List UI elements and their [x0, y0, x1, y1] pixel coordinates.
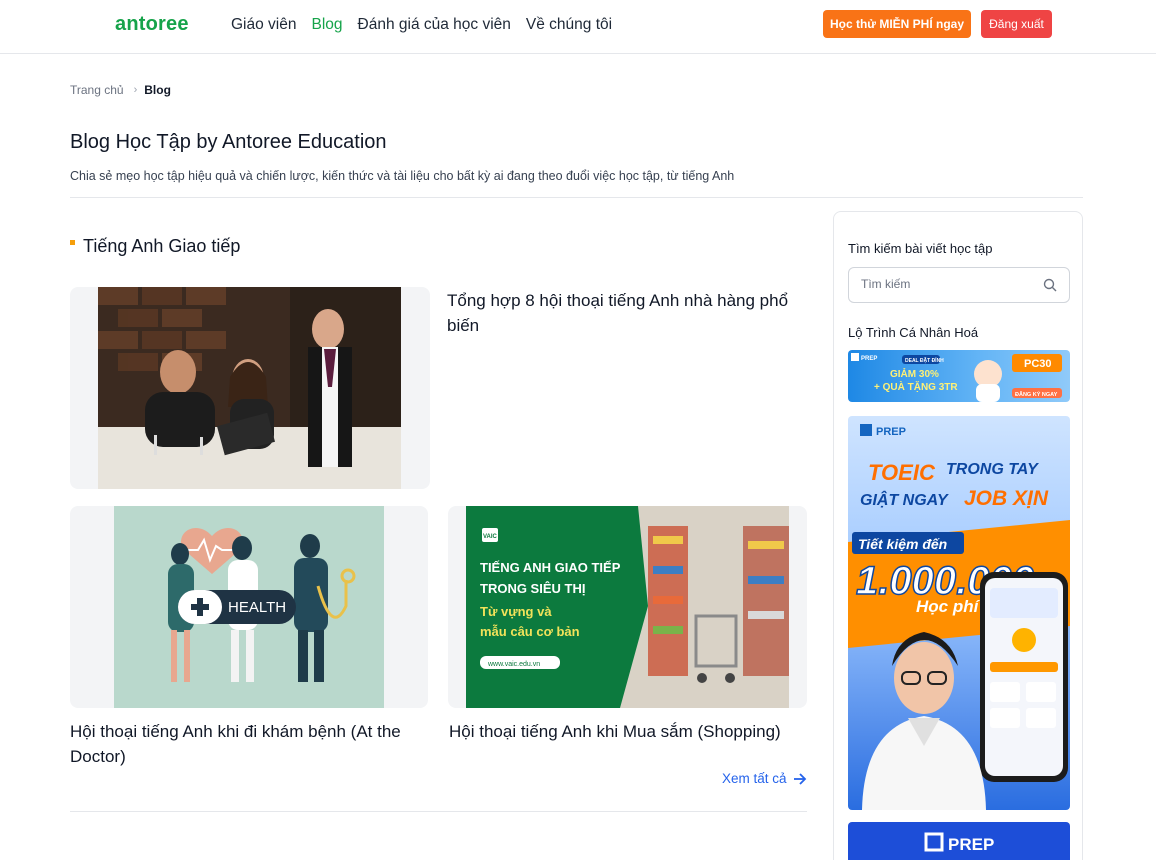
- banner2-fee-label: Học phí: [916, 597, 981, 616]
- divider: [70, 197, 1083, 198]
- page-description: Chia sẻ mẹo học tập hiệu quả và chiến lư…: [70, 169, 735, 183]
- section-marker: [70, 240, 75, 245]
- promo-banner-tall[interactable]: PREP TOEIC TRONG TAY GIẬT NGAY JOB XỊN T…: [848, 416, 1070, 810]
- banner-line-1: TIẾNG ANH GIAO TIẾP: [480, 560, 621, 575]
- post-title[interactable]: Hội thoại tiếng Anh khi Mua sắm (Shoppin…: [449, 720, 807, 745]
- post-thumbnail-shopping[interactable]: VAIC TIẾNG ANH GIAO TIẾP TRONG SIÊU THỊ …: [448, 506, 807, 708]
- divider: [70, 811, 807, 812]
- nav-reviews[interactable]: Đánh giá của học viên: [358, 16, 511, 34]
- search-label: Tìm kiếm bài viết học tập: [848, 241, 993, 256]
- banner2-line1a: TOEIC: [868, 460, 936, 485]
- search-box: [848, 267, 1070, 303]
- nav-about[interactable]: Về chúng tôi: [526, 16, 612, 34]
- post-title[interactable]: Hội thoại tiếng Anh khi đi khám bệnh (At…: [70, 720, 428, 769]
- banner2-save-label: Tiết kiệm đến: [858, 536, 947, 552]
- banner1-brand: PREP: [861, 356, 877, 362]
- banner1-code: PC30: [1024, 358, 1052, 370]
- banner1-deal: DEAL ĐẶT ĐỈNH: [905, 357, 944, 364]
- banner3-brand: PREP: [948, 835, 994, 854]
- supermarket-banner: VAIC TIẾNG ANH GIAO TIẾP TRONG SIÊU THỊ …: [466, 506, 789, 708]
- banner1-gift: + QUÀ TẶNG 3TR: [874, 380, 958, 393]
- page-title: Blog Học Tập by Antoree Education: [70, 131, 387, 153]
- health-text: HEALTH: [228, 599, 286, 616]
- breadcrumb: Trang chủ › Blog: [70, 83, 171, 97]
- vaic-logo: VAIC: [483, 534, 498, 540]
- promo-banner-bottom[interactable]: PREP: [848, 822, 1070, 860]
- search-input[interactable]: [861, 277, 1041, 291]
- banner2-line1b: TRONG TAY: [946, 461, 1039, 478]
- sidebar: Tìm kiếm bài viết học tập Lộ Trình Cá Nh…: [833, 211, 1083, 860]
- view-all-label: Xem tất cả: [722, 771, 787, 786]
- post-thumbnail-doctor[interactable]: HEALTH: [70, 506, 428, 708]
- banner-line-2: TRONG SIÊU THỊ: [480, 581, 585, 596]
- prep-logo-icon: [851, 353, 859, 361]
- banner1-discount: GIẢM 30%: [890, 367, 939, 380]
- banner-line-4: mẫu câu cơ bản: [480, 624, 580, 639]
- search-icon[interactable]: [1043, 278, 1057, 292]
- arrow-right-icon: [793, 772, 806, 785]
- banner2-line2a: GIẬT NGAY: [860, 490, 949, 509]
- section-header: Tiếng Anh Giao tiếp: [70, 236, 240, 257]
- banner1-cta: ĐĂNG KÝ NGAY: [1015, 391, 1058, 398]
- breadcrumb-chevron-icon: ›: [133, 84, 138, 96]
- roadmap-label: Lộ Trình Cá Nhân Hoá: [848, 325, 979, 340]
- main-nav: Giáo viên Blog Đánh giá của học viên Về …: [231, 16, 612, 34]
- free-trial-button[interactable]: Học thử MIỄN PHÍ ngay: [823, 10, 971, 38]
- nav-blog[interactable]: Blog: [311, 16, 342, 34]
- promo-banner-small[interactable]: PREP DEAL ĐẶT ĐỈNH GIẢM 30% + QUÀ TẶNG 3…: [848, 350, 1070, 402]
- breadcrumb-home[interactable]: Trang chủ: [70, 83, 124, 97]
- breadcrumb-current: Blog: [144, 83, 171, 97]
- site-logo[interactable]: antoree: [115, 13, 189, 36]
- post-title[interactable]: Tổng hợp 8 hội thoại tiếng Anh nhà hàng …: [447, 289, 807, 338]
- post-thumbnail-restaurant[interactable]: [70, 287, 430, 489]
- section-title: Tiếng Anh Giao tiếp: [83, 236, 241, 256]
- nav-teachers[interactable]: Giáo viên: [231, 16, 296, 34]
- banner-line-3: Từ vựng và: [480, 604, 552, 619]
- banner2-brand: PREP: [876, 426, 906, 438]
- logout-button[interactable]: Đăng xuất: [981, 10, 1052, 38]
- view-all-link[interactable]: Xem tất cả: [722, 771, 807, 786]
- health-illustration: HEALTH: [114, 506, 384, 708]
- restaurant-photo: [98, 287, 401, 489]
- banner-url: www.vaic.edu.vn: [487, 661, 540, 668]
- banner2-line2b: JOB XỊN: [964, 487, 1049, 510]
- site-header: antoree Giáo viên Blog Đánh giá của học …: [0, 0, 1156, 54]
- prep-logo-icon: [860, 424, 872, 436]
